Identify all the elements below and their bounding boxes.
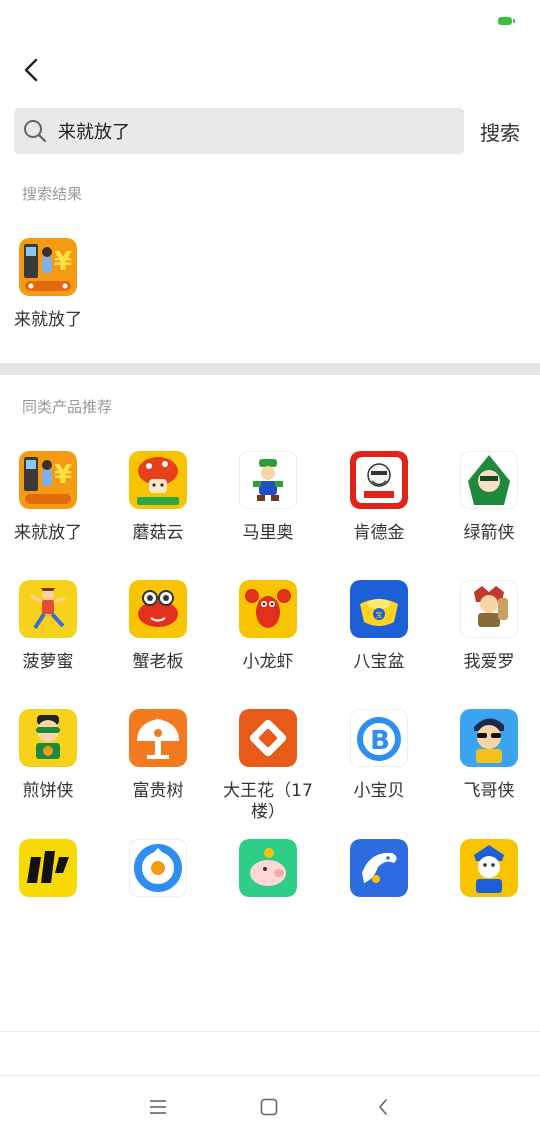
search-box[interactable] bbox=[14, 108, 464, 154]
search-results-title: 搜索结果 bbox=[22, 185, 83, 203]
recommend-item[interactable]: 小龙虾 bbox=[218, 580, 318, 673]
search-button[interactable]: 搜索 bbox=[474, 112, 526, 150]
app-name: 飞哥侠 bbox=[463, 781, 515, 801]
app-name: 绿箭侠 bbox=[463, 523, 515, 543]
money-tree-app-icon bbox=[129, 709, 187, 767]
home-square-icon bbox=[260, 1098, 278, 1116]
app-name: 来就放了 bbox=[14, 310, 82, 330]
result-item[interactable]: ¥ 来就放了 bbox=[0, 238, 98, 331]
crayfish-app-icon bbox=[239, 580, 297, 638]
yellow-logo-app-icon bbox=[19, 839, 77, 897]
divider bbox=[0, 1031, 540, 1032]
recommend-item[interactable]: 大王花（17楼） bbox=[218, 709, 318, 823]
kfc-style-app-icon bbox=[350, 451, 408, 509]
piggy-bank-app-icon bbox=[239, 839, 297, 897]
app-name: 小龙虾 bbox=[242, 652, 294, 672]
recommend-item[interactable]: B 小宝贝 bbox=[329, 709, 429, 802]
recommend-item[interactable]: 肯德金 bbox=[329, 451, 429, 544]
search-input[interactable] bbox=[58, 108, 458, 154]
system-nav-bar bbox=[0, 1075, 540, 1140]
app-name: 马里奥 bbox=[242, 523, 294, 543]
app-name: 蟹老板 bbox=[132, 652, 184, 672]
app-name: 来就放了 bbox=[14, 523, 82, 543]
app-name: 小宝贝 bbox=[353, 781, 405, 801]
app-name: 菠萝蜜 bbox=[22, 652, 74, 672]
recommend-item[interactable] bbox=[0, 839, 98, 897]
app-name: 富贵树 bbox=[132, 781, 184, 801]
sunglasses-man-app-icon bbox=[460, 709, 518, 767]
section-divider bbox=[0, 363, 540, 375]
mario-app-icon bbox=[239, 451, 297, 509]
gold-ingot-app-icon: 宝 bbox=[350, 580, 408, 638]
svg-text:B: B bbox=[370, 726, 390, 756]
recommend-item[interactable] bbox=[329, 839, 429, 897]
recommend-item[interactable]: 蘑菇云 bbox=[108, 451, 208, 544]
app-name: 煎饼侠 bbox=[22, 781, 74, 801]
recommend-item[interactable]: 马里奥 bbox=[218, 451, 318, 544]
dolphin-app-icon bbox=[350, 839, 408, 897]
svg-text:¥: ¥ bbox=[54, 460, 72, 490]
svg-text:宝: 宝 bbox=[376, 610, 383, 619]
chevron-left-icon bbox=[379, 1099, 387, 1115]
search-icon bbox=[24, 120, 47, 143]
chevron-left-icon bbox=[24, 58, 38, 82]
orange-diamond-app-icon bbox=[239, 709, 297, 767]
recommend-item[interactable]: 富贵树 bbox=[108, 709, 208, 802]
menu-button[interactable] bbox=[142, 1093, 174, 1121]
crab-app-icon bbox=[129, 580, 187, 638]
svg-text:¥: ¥ bbox=[54, 247, 72, 277]
mushroom-cloud-app-icon bbox=[129, 451, 187, 509]
recommend-item[interactable]: 宝 八宝盆 bbox=[329, 580, 429, 673]
battery-icon bbox=[498, 17, 515, 25]
recommend-item[interactable] bbox=[218, 839, 318, 897]
recommend-item[interactable] bbox=[439, 839, 539, 897]
app-name: 大王花（17楼） bbox=[223, 781, 313, 822]
home-button[interactable] bbox=[253, 1093, 285, 1121]
menu-icon bbox=[150, 1100, 166, 1114]
recommend-item[interactable]: 煎饼侠 bbox=[0, 709, 98, 802]
jumping-boy-app-icon bbox=[19, 580, 77, 638]
status-bar bbox=[0, 0, 540, 40]
blue-b-app-icon: B bbox=[350, 709, 408, 767]
recommend-item[interactable]: 蟹老板 bbox=[108, 580, 208, 673]
recommend-item[interactable]: 绿箭侠 bbox=[439, 451, 539, 544]
app-name: 八宝盆 bbox=[353, 652, 405, 672]
app-name: 蘑菇云 bbox=[132, 523, 184, 543]
recommend-item[interactable]: ¥ 来就放了 bbox=[0, 451, 98, 544]
laijiufangle-app-icon: ¥ bbox=[19, 238, 77, 296]
recommend-item[interactable] bbox=[108, 839, 208, 897]
divider bbox=[0, 1075, 540, 1076]
recommend-title: 同类产品推荐 bbox=[22, 398, 113, 416]
app-name: 肯德金 bbox=[353, 523, 405, 543]
green-arrow-app-icon bbox=[460, 451, 518, 509]
recommend-item[interactable]: 飞哥侠 bbox=[439, 709, 539, 802]
app-name: 我爱罗 bbox=[463, 652, 515, 672]
recommend-item[interactable]: 菠萝蜜 bbox=[0, 580, 98, 673]
opera-mask-app-icon bbox=[460, 839, 518, 897]
nav-back-button[interactable] bbox=[367, 1093, 399, 1121]
ninja-app-icon bbox=[460, 580, 518, 638]
masked-hero-app-icon bbox=[19, 709, 77, 767]
blue-ring-app-icon bbox=[129, 839, 187, 897]
back-button[interactable] bbox=[14, 52, 50, 88]
laijiufangle-app-icon: ¥ bbox=[19, 451, 77, 509]
recommend-item[interactable]: 我爱罗 bbox=[439, 580, 539, 673]
